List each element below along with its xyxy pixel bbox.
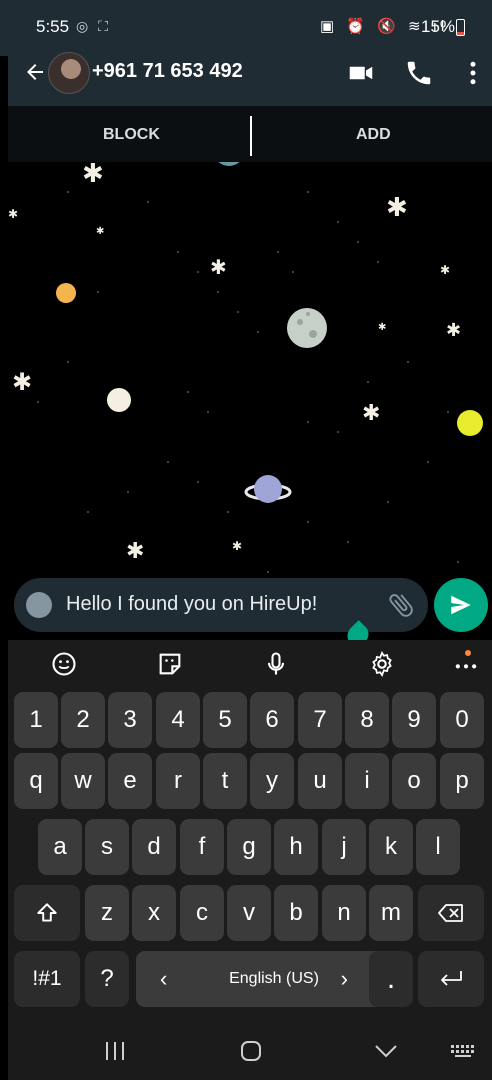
spacebar-right-arrow: › xyxy=(340,966,348,991)
svg-text:✱: ✱ xyxy=(232,539,242,553)
key-5[interactable]: 5 xyxy=(203,692,247,748)
key-g[interactable]: g xyxy=(227,819,271,875)
key-7[interactable]: 7 xyxy=(298,692,342,748)
unknown-contact-actions: BLOCK ADD xyxy=(8,106,492,162)
mic-icon[interactable] xyxy=(262,650,290,678)
keyboard: 1 2 3 4 5 6 7 8 9 0 q w e r t y u i o p … xyxy=(8,640,492,1080)
key-o[interactable]: o xyxy=(392,753,436,809)
svg-text:✱: ✱ xyxy=(82,162,104,189)
key-h[interactable]: h xyxy=(274,819,318,875)
key-q[interactable]: q xyxy=(14,753,58,809)
svg-text:✱: ✱ xyxy=(8,207,18,221)
shift-icon xyxy=(37,903,57,922)
key-v[interactable]: v xyxy=(227,885,271,941)
key-t[interactable]: t xyxy=(203,753,247,809)
key-k[interactable]: k xyxy=(369,819,413,875)
enter-key[interactable] xyxy=(418,951,484,1007)
question-key[interactable]: ? xyxy=(85,951,129,1007)
key-6[interactable]: 6 xyxy=(250,692,294,748)
action-divider xyxy=(250,116,252,156)
send-icon xyxy=(451,595,471,615)
sticker-icon[interactable] xyxy=(156,650,184,678)
message-composer[interactable]: Hello I found you on HireUp! xyxy=(14,578,428,632)
svg-text:✱: ✱ xyxy=(210,255,227,279)
key-d[interactable]: d xyxy=(132,819,176,875)
key-8[interactable]: 8 xyxy=(345,692,389,748)
enter-icon xyxy=(441,971,462,986)
svg-text:✱: ✱ xyxy=(96,226,104,237)
key-m[interactable]: m xyxy=(369,885,413,941)
video-call-icon[interactable] xyxy=(346,58,376,88)
home-icon[interactable] xyxy=(240,1040,262,1062)
spacebar-left-arrow: ‹ xyxy=(160,966,168,991)
key-2[interactable]: 2 xyxy=(61,692,105,748)
system-nav-bar xyxy=(8,1022,492,1080)
emoji-keyboard-icon[interactable] xyxy=(50,650,78,678)
contact-name[interactable]: +961 71 653 492 xyxy=(92,60,243,83)
key-x[interactable]: x xyxy=(132,885,176,941)
period-key[interactable]: . xyxy=(369,951,413,1007)
status-time: 5:55 xyxy=(36,17,70,36)
key-i[interactable]: i xyxy=(345,753,389,809)
status-notification-icons: ◎ ⛶ xyxy=(76,18,111,34)
key-e[interactable]: e xyxy=(108,753,152,809)
space-wallpaper: ✱ ✱ ✱ ✱ ✱ ✱ ✱ ✱ ✱ ✱ ✱ ✱ ✱ xyxy=(8,162,492,634)
svg-text:✱: ✱ xyxy=(440,263,450,277)
key-p[interactable]: p xyxy=(440,753,484,809)
key-w[interactable]: w xyxy=(61,753,105,809)
key-9[interactable]: 9 xyxy=(392,692,436,748)
avatar[interactable] xyxy=(48,52,90,94)
key-0[interactable]: 0 xyxy=(440,692,484,748)
key-4[interactable]: 4 xyxy=(156,692,200,748)
send-button[interactable] xyxy=(434,578,488,632)
shift-key[interactable] xyxy=(14,885,80,941)
voice-call-icon[interactable] xyxy=(404,58,434,88)
svg-text:✱: ✱ xyxy=(126,539,144,564)
backspace-key[interactable] xyxy=(418,885,484,941)
emoji-icon[interactable] xyxy=(26,592,52,618)
key-f[interactable]: f xyxy=(180,819,224,875)
chat-wallpaper: ✱ ✱ ✱ ✱ ✱ ✱ ✱ ✱ ✱ ✱ ✱ ✱ ✱ xyxy=(8,162,492,634)
svg-text:✱: ✱ xyxy=(446,320,461,341)
svg-text:✱: ✱ xyxy=(386,193,408,223)
key-b[interactable]: b xyxy=(274,885,318,941)
key-j[interactable]: j xyxy=(322,819,366,875)
battery-icon xyxy=(456,19,465,36)
symbols-key[interactable]: !#1 xyxy=(14,951,80,1007)
recent-apps-icon[interactable] xyxy=(104,1040,126,1062)
more-vert-icon[interactable] xyxy=(458,58,488,88)
key-y[interactable]: y xyxy=(250,753,294,809)
keyboard-switch-icon[interactable] xyxy=(450,1044,476,1058)
message-input[interactable]: Hello I found you on HireUp! xyxy=(66,593,317,616)
svg-text:✱: ✱ xyxy=(378,322,386,333)
key-1[interactable]: 1 xyxy=(14,692,58,748)
notification-dot xyxy=(465,650,471,656)
svg-text:✱: ✱ xyxy=(362,401,380,426)
settings-icon[interactable] xyxy=(368,650,396,678)
spacebar-language-label: English (US) xyxy=(229,970,319,987)
key-z[interactable]: z xyxy=(85,885,129,941)
svg-text:✱: ✱ xyxy=(12,368,32,396)
add-button[interactable]: ADD xyxy=(356,126,391,144)
back-arrow-icon[interactable] xyxy=(22,60,48,84)
attach-icon[interactable] xyxy=(386,590,416,620)
key-c[interactable]: c xyxy=(180,885,224,941)
chat-header: +961 71 653 492 xyxy=(8,40,492,106)
key-l[interactable]: l xyxy=(416,819,460,875)
key-r[interactable]: r xyxy=(156,753,200,809)
key-3[interactable]: 3 xyxy=(108,692,152,748)
key-u[interactable]: u xyxy=(298,753,342,809)
key-n[interactable]: n xyxy=(322,885,366,941)
block-button[interactable]: BLOCK xyxy=(103,126,160,144)
battery-percent: 15% xyxy=(421,17,456,36)
backspace-icon xyxy=(438,904,463,922)
back-nav-icon[interactable] xyxy=(374,1042,398,1060)
key-s[interactable]: s xyxy=(85,819,129,875)
key-a[interactable]: a xyxy=(38,819,82,875)
